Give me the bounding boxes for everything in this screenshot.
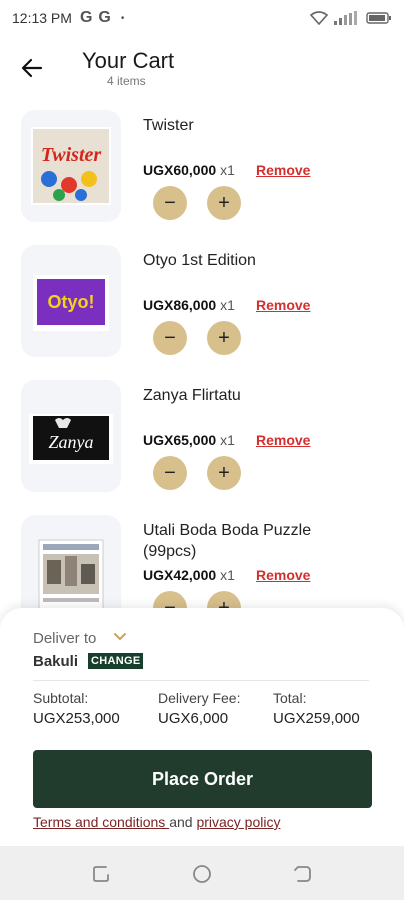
total-label: Total: — [273, 690, 307, 706]
product-quantity: x1 — [220, 432, 235, 448]
puzzle-box-image — [38, 539, 104, 610]
otyo-box-image: Otyo! — [33, 275, 109, 331]
cart-item: Otyo! Otyo 1st Edition UGX86,000 x1 Remo… — [0, 235, 404, 370]
status-bar: 12:13 PM G G • — [0, 0, 404, 36]
product-price: UGX65,000 — [143, 432, 217, 448]
product-image[interactable]: Twister — [21, 110, 121, 222]
terms-link[interactable]: Terms and conditions — [33, 814, 169, 830]
remove-button[interactable]: Remove — [256, 432, 310, 448]
cart-items-list: Twister Twister UGX60,000 x1 Remove − + … — [0, 100, 404, 610]
price-row: UGX65,000 x1 — [143, 432, 235, 448]
header: Your Cart 4 items — [0, 36, 404, 100]
delivery-fee-label: Delivery Fee: — [158, 690, 241, 706]
checkout-sheet: Deliver to Bakuli CHANGE Subtotal: UGX25… — [0, 608, 404, 846]
svg-text:Otyo!: Otyo! — [48, 292, 95, 312]
product-quantity: x1 — [220, 162, 235, 178]
divider — [33, 680, 369, 681]
recent-apps-icon[interactable] — [91, 863, 113, 885]
item-count: 4 items — [107, 74, 146, 88]
remove-button[interactable]: Remove — [256, 567, 310, 583]
home-icon[interactable] — [191, 863, 213, 885]
back-nav-icon[interactable] — [292, 863, 314, 885]
decrease-quantity-button[interactable]: − — [153, 456, 187, 490]
product-price: UGX60,000 — [143, 162, 217, 178]
increase-quantity-button[interactable]: + — [207, 321, 241, 355]
delivery-location: Bakuli — [33, 653, 79, 670]
subtotal-value: UGX253,000 — [33, 710, 120, 727]
product-image[interactable] — [21, 515, 121, 610]
product-quantity: x1 — [220, 567, 235, 583]
more-notifications-icon: • — [120, 12, 125, 24]
svg-text:Zanya: Zanya — [49, 432, 94, 452]
product-name: Utali Boda Boda Puzzle (99pcs) — [143, 522, 312, 560]
product-image[interactable]: Zanya — [21, 380, 121, 492]
product-price: UGX42,000 — [143, 567, 217, 583]
remove-button[interactable]: Remove — [256, 162, 310, 178]
system-navigation-bar — [0, 846, 404, 900]
twister-box-image: Twister — [31, 127, 111, 205]
decrease-quantity-button[interactable]: − — [153, 321, 187, 355]
product-name: Zanya Flirtatu — [143, 387, 241, 404]
signal-icon — [334, 11, 357, 25]
battery-icon — [366, 12, 391, 24]
chevron-down-icon[interactable] — [113, 630, 127, 644]
subtotal-label: Subtotal: — [33, 690, 89, 706]
privacy-policy-link[interactable]: privacy policy — [196, 814, 280, 830]
cart-item: Twister Twister UGX60,000 x1 Remove − + — [0, 100, 404, 235]
total-value: UGX259,000 — [273, 710, 360, 727]
zanya-box-image: Zanya — [29, 414, 113, 464]
deliver-to-label: Deliver to — [33, 630, 97, 647]
product-quantity: x1 — [220, 297, 235, 313]
remove-button[interactable]: Remove — [256, 297, 310, 313]
svg-text:Twister: Twister — [41, 144, 102, 166]
change-location-button[interactable]: CHANGE — [88, 653, 144, 669]
legal-links: Terms and conditions and privacy policy — [33, 814, 280, 830]
wifi-icon — [310, 11, 328, 25]
price-row: UGX42,000 x1 — [143, 567, 235, 583]
decrease-quantity-button[interactable]: − — [153, 186, 187, 220]
product-name: Twister — [143, 117, 194, 134]
increase-quantity-button[interactable]: + — [207, 186, 241, 220]
google-notification-icon: G — [98, 9, 111, 26]
increase-quantity-button[interactable]: + — [207, 456, 241, 490]
price-row: UGX60,000 x1 — [143, 162, 235, 178]
price-row: UGX86,000 x1 — [143, 297, 235, 313]
and-text: and — [169, 814, 197, 830]
status-time: 12:13 PM — [12, 10, 72, 26]
back-button[interactable] — [18, 54, 46, 82]
place-order-button[interactable]: Place Order — [33, 750, 372, 808]
cart-item: Zanya Zanya Flirtatu UGX65,000 x1 Remove… — [0, 370, 404, 505]
product-price: UGX86,000 — [143, 297, 217, 313]
cart-item: Utali Boda Boda Puzzle (99pcs) UGX42,000… — [0, 505, 404, 610]
google-notification-icon: G — [79, 9, 93, 26]
arrow-left-icon — [21, 58, 43, 78]
product-name: Otyo 1st Edition — [143, 252, 256, 269]
page-title: Your Cart — [82, 48, 175, 73]
product-image[interactable]: Otyo! — [21, 245, 121, 357]
delivery-fee-value: UGX6,000 — [158, 710, 229, 727]
